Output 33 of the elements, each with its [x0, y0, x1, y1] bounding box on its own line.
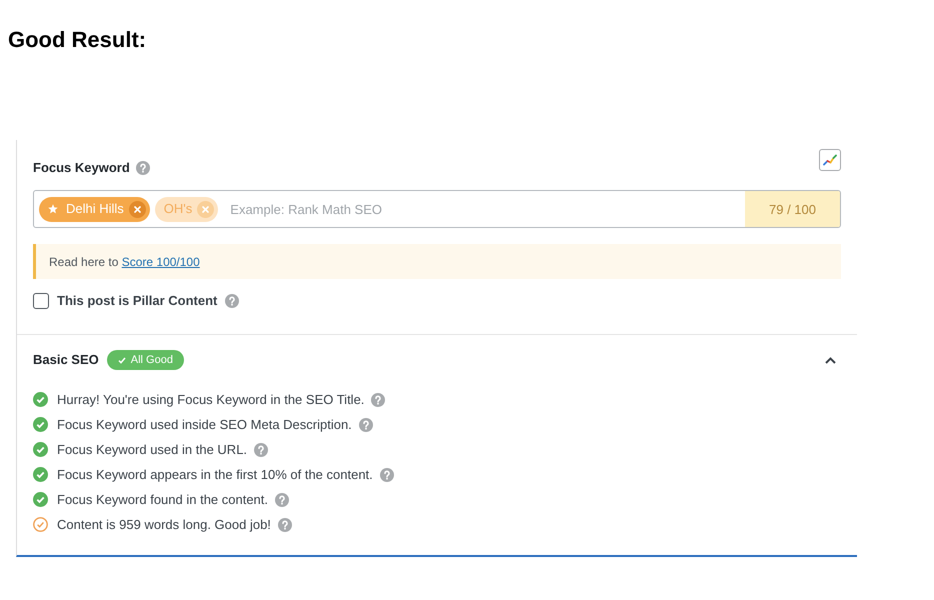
- check-text: Focus Keyword used inside SEO Meta Description.: [57, 416, 352, 432]
- close-icon[interactable]: [197, 200, 214, 218]
- score-link[interactable]: Score 100/100: [122, 254, 200, 268]
- check-icon: [118, 356, 126, 364]
- keyword-score: 79 / 100: [745, 191, 840, 227]
- check-text: Focus Keyword used in the URL.: [57, 442, 248, 458]
- focus-keyword-field[interactable]: Delhi Hills OH's Example: Rank Math SEO 79 / 100: [33, 190, 841, 228]
- line-chart-icon: [823, 154, 837, 166]
- close-icon[interactable]: [128, 200, 146, 218]
- chevron-up-icon[interactable]: [825, 356, 836, 364]
- pillar-content-label: This post is Pillar Content: [57, 293, 218, 309]
- help-icon[interactable]: [278, 518, 292, 532]
- keyword-tag[interactable]: OH's: [154, 196, 218, 222]
- check-text: Focus Keyword appears in the first 10% of the content.: [57, 466, 373, 482]
- help-icon[interactable]: [358, 418, 373, 432]
- check-text: Focus Keyword found in the content.: [57, 492, 268, 508]
- status-label: All Good: [130, 353, 173, 367]
- trends-button[interactable]: [819, 149, 841, 171]
- keyword-tag[interactable]: Delhi Hills: [39, 196, 150, 222]
- help-icon[interactable]: [380, 468, 394, 482]
- pillar-checkbox[interactable]: [33, 293, 49, 309]
- notice-text: Read here to Score 100/100: [49, 254, 200, 270]
- page-heading: Good Result:: [8, 27, 146, 53]
- help-icon[interactable]: [371, 392, 386, 406]
- check-text: Content is 959 words long. Good job!: [57, 516, 271, 532]
- help-icon[interactable]: [225, 294, 240, 308]
- help-icon[interactable]: [254, 442, 268, 456]
- section-title: Basic SEO: [33, 352, 99, 368]
- check-text: Hurray! You're using Focus Keyword in the SEO Title.: [57, 392, 364, 408]
- help-icon[interactable]: [136, 161, 150, 175]
- focus-keyword-label: Focus Keyword: [33, 160, 130, 176]
- star-icon: [48, 204, 58, 214]
- help-icon[interactable]: [275, 492, 290, 506]
